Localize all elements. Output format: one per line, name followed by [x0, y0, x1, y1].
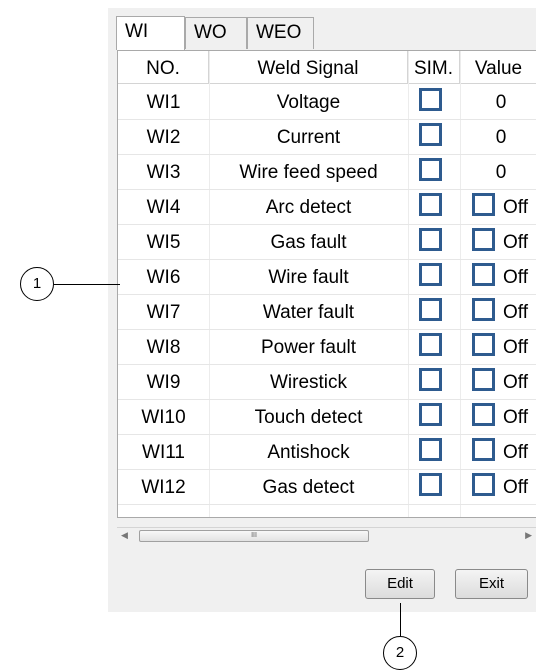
value-state-label: Off [503, 407, 528, 428]
scroll-left-arrow-icon[interactable]: ◀ [121, 530, 128, 541]
sim-checkbox[interactable] [419, 193, 442, 216]
callout-2-leader-line [400, 603, 401, 636]
sim-checkbox[interactable] [419, 158, 442, 181]
signal-number: WI10 [141, 407, 186, 428]
value-checkbox[interactable] [472, 263, 495, 286]
callout-1-leader-line [54, 284, 120, 285]
table-row: WI9 Wirestick Off [118, 364, 536, 400]
signal-value: 0 [495, 127, 507, 148]
value-state-label: Off [503, 302, 528, 323]
sim-checkbox[interactable] [419, 263, 442, 286]
table-row: WI5 Gas fault Off [118, 224, 536, 260]
value-state-label: Off [503, 267, 528, 288]
signal-number: WI12 [141, 477, 186, 498]
sim-checkbox[interactable] [419, 88, 442, 111]
signal-number: WI3 [146, 162, 181, 183]
column-header-sim: SIM. [408, 51, 460, 83]
value-state-label: Off [503, 197, 528, 218]
sim-checkbox[interactable] [419, 298, 442, 321]
signal-name: Voltage [276, 92, 341, 113]
value-checkbox[interactable] [472, 368, 495, 391]
tab-wi[interactable]: WI [116, 16, 185, 50]
table-row: WI1 Voltage 0 [118, 84, 536, 120]
scroll-right-arrow-icon[interactable]: ▶ [525, 530, 532, 541]
signal-name: Wire feed speed [239, 162, 378, 183]
sim-checkbox[interactable] [419, 333, 442, 356]
table-header: NO. Weld Signal SIM. Value [118, 51, 536, 84]
signal-value: 0 [495, 92, 507, 113]
signal-name: Gas detect [262, 477, 355, 498]
sim-checkbox[interactable] [419, 368, 442, 391]
signal-number: WI7 [146, 302, 181, 323]
column-header-no: NO. [118, 51, 209, 83]
signal-number: WI11 [142, 442, 185, 463]
value-checkbox[interactable] [472, 403, 495, 426]
tab-weo[interactable]: WEO [247, 17, 314, 49]
value-checkbox[interactable] [472, 438, 495, 461]
value-checkbox[interactable] [472, 298, 495, 321]
tab-wo[interactable]: WO [185, 17, 247, 49]
signal-number: WI1 [146, 92, 181, 113]
table-row: WI11 Antishock Off [118, 434, 536, 470]
signal-name: Arc detect [265, 197, 352, 218]
value-state-label: Off [503, 477, 528, 498]
exit-button[interactable]: Exit [455, 569, 528, 599]
signal-table: NO. Weld Signal SIM. Value WI1 Voltage 0 WI… [117, 50, 536, 518]
value-state-label: Off [503, 337, 528, 358]
value-checkbox[interactable] [472, 228, 495, 251]
table-row: WI6 Wire fault Off [118, 259, 536, 295]
callout-2: 2 [383, 636, 417, 670]
table-row: WI3 Wire feed speed 0 [118, 154, 536, 190]
signal-number: WI4 [146, 197, 181, 218]
table-row: WI7 Water fault Off [118, 294, 536, 330]
table-row: WI8 Power fault Off [118, 329, 536, 365]
value-checkbox[interactable] [472, 333, 495, 356]
value-state-label: Off [503, 372, 528, 393]
table-row: WI2 Current 0 [118, 119, 536, 155]
signal-number: WI9 [146, 372, 181, 393]
scrollbar-thumb[interactable]: III [139, 530, 369, 542]
signal-name: Water fault [262, 302, 355, 323]
signal-number: WI2 [146, 127, 181, 148]
sim-checkbox[interactable] [419, 438, 442, 461]
sim-checkbox[interactable] [419, 228, 442, 251]
signal-number: WI6 [146, 267, 181, 288]
signal-name: Gas fault [270, 232, 347, 253]
value-checkbox[interactable] [472, 473, 495, 496]
signal-name: Antishock [267, 442, 350, 463]
table-row: WI4 Arc detect Off [118, 189, 536, 225]
signal-number: WI8 [146, 337, 181, 358]
value-checkbox[interactable] [472, 193, 495, 216]
signal-name: Touch detect [254, 407, 363, 428]
signal-number: WI5 [146, 232, 181, 253]
callout-1: 1 [20, 267, 54, 301]
column-header-value: Value [474, 58, 523, 79]
value-state-label: Off [503, 442, 528, 463]
signal-name: Wirestick [269, 372, 348, 393]
sim-checkbox[interactable] [419, 473, 442, 496]
table-row: WI12 Gas detect Off [118, 469, 536, 505]
edit-button[interactable]: Edit [365, 569, 435, 599]
sim-checkbox[interactable] [419, 123, 442, 146]
signal-name: Power fault [260, 337, 357, 358]
signal-name: Current [276, 127, 341, 148]
signal-value: 0 [495, 162, 507, 183]
table-row: WI10 Touch detect Off [118, 399, 536, 435]
signal-name: Wire fault [268, 267, 349, 288]
sim-checkbox[interactable] [419, 403, 442, 426]
value-state-label: Off [503, 232, 528, 253]
column-header-weld-signal: Weld Signal [209, 51, 408, 83]
horizontal-scrollbar[interactable]: ◀ III ▶ [117, 527, 536, 545]
